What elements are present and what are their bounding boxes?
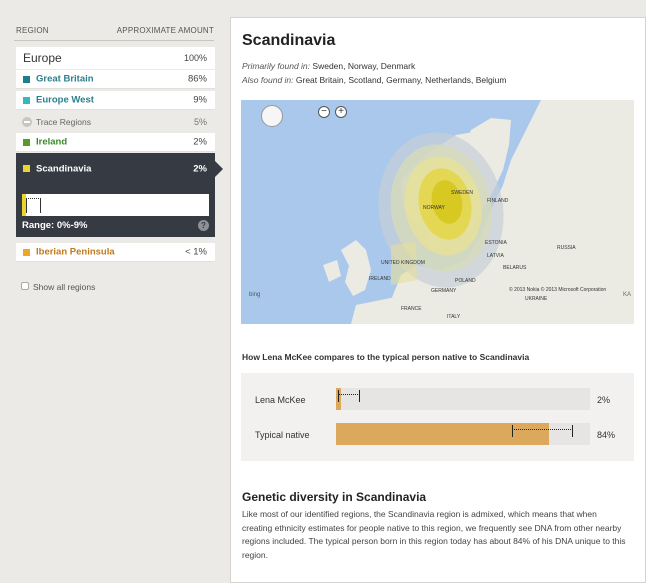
color-swatch-icon — [23, 138, 30, 146]
region-row-great-britain[interactable]: Great Britain 86% — [16, 70, 215, 89]
range-bar — [22, 194, 209, 216]
collapse-icon[interactable] — [22, 116, 32, 127]
map-label-ka: KA — [623, 292, 632, 298]
map-label-russia: RUSSIA — [557, 245, 576, 251]
compare-value-user: 2% — [597, 395, 611, 405]
pan-control-icon[interactable] — [261, 105, 283, 127]
region-value: 86% — [187, 73, 207, 85]
region-value: 9% — [193, 94, 207, 106]
primarily-found-prefix: Primarily found in: — [242, 61, 311, 71]
compare-label-user: Lena McKee — [255, 395, 306, 405]
compare-range-native — [512, 425, 573, 439]
compare-title: How Lena McKee compares to the typical p… — [242, 352, 530, 362]
map-label-belarus: BELARUS — [503, 265, 527, 271]
zoom-out-icon[interactable]: − — [318, 106, 330, 118]
also-found-prefix: Also found in: — [242, 75, 294, 85]
map-label-latvia: LATVIA — [487, 253, 504, 259]
primarily-found-line: Primarily found in: Sweden, Norway, Denm… — [242, 61, 415, 71]
diversity-title: Genetic diversity in Scandinavia — [242, 490, 427, 504]
region-row-europe-west[interactable]: Europe West 9% — [16, 91, 215, 110]
compare-label-native: Typical native — [255, 430, 310, 440]
selected-region-detail: Range: 0%-9% ? — [16, 184, 215, 237]
compare-chart: Lena McKee 2% Typical native 84% — [241, 373, 634, 461]
primarily-found-value: Sweden, Norway, Denmark — [312, 61, 416, 71]
range-whisker — [26, 198, 41, 213]
selected-pointer-icon — [215, 161, 223, 177]
region-label: Ireland — [36, 136, 68, 148]
compare-bar-native — [336, 423, 590, 445]
map-label-poland: POLAND — [455, 278, 476, 284]
map-label-uk: UNITED KINGDOM — [381, 260, 425, 266]
show-all-label: Show all regions — [33, 282, 96, 292]
also-found-value: Great Britain, Scotland, Germany, Nether… — [295, 75, 507, 85]
region-row-europe[interactable]: Europe 100% — [16, 47, 215, 69]
region-label: Europe West — [36, 94, 94, 106]
help-icon[interactable]: ? — [198, 220, 209, 231]
region-label: Europe — [23, 51, 62, 65]
checkbox-icon[interactable] — [21, 282, 29, 290]
region-title: Scandinavia — [242, 32, 336, 49]
color-swatch-icon — [23, 165, 30, 172]
map-label-estonia: ESTONIA — [485, 240, 507, 246]
map-label-germany: GERMANY — [431, 288, 457, 294]
region-label: Great Britain — [36, 73, 94, 85]
region-row-iberian-peninsula[interactable]: Iberian Peninsula < 1% — [16, 243, 215, 262]
zoom-in-icon[interactable]: + — [335, 106, 347, 118]
region-sidebar: REGION APPROXIMATE AMOUNT Europe 100% Gr… — [0, 0, 224, 583]
color-swatch-icon — [23, 248, 30, 256]
region-map[interactable]: − + SWEDEN NORWAY FINLAND ESTONIA LATVIA… — [241, 100, 634, 324]
region-value: 2% — [193, 136, 207, 148]
map-label-ireland: IRELAND — [369, 276, 391, 282]
also-found-line: Also found in: Great Britain, Scotland, … — [242, 75, 506, 85]
region-value: < 1% — [185, 246, 207, 258]
amount-column-header: APPROXIMATE AMOUNT — [116, 26, 214, 35]
map-label-ukraine: UKRAINE — [525, 296, 548, 302]
map-copyright: © 2013 Nokia © 2013 Microsoft Corporatio… — [509, 287, 607, 293]
diversity-text: Like most of our identified regions, the… — [242, 509, 626, 560]
map-label-italy: ITALY — [447, 314, 461, 320]
compare-value-native: 84% — [597, 430, 616, 440]
region-label: Trace Regions — [36, 116, 91, 127]
region-column-header: REGION — [16, 26, 49, 35]
map-bing-logo: bing — [249, 292, 261, 298]
region-label: Scandinavia — [36, 163, 92, 174]
range-text: Range: 0%-9% — [22, 220, 88, 231]
map-label-france: FRANCE — [401, 306, 422, 312]
region-label: Iberian Peninsula — [36, 246, 115, 258]
region-value: 5% — [193, 116, 207, 127]
header-divider — [14, 40, 214, 41]
map-label-finland: FINLAND — [487, 198, 509, 204]
region-row-ireland[interactable]: Ireland 2% — [16, 133, 215, 152]
color-swatch-icon — [23, 75, 30, 83]
region-row-trace-regions[interactable]: Trace Regions 5% — [16, 113, 215, 130]
region-value: 100% — [183, 53, 207, 63]
map-label-norway: NORWAY — [423, 205, 445, 211]
region-row-scandinavia-selected[interactable]: Scandinavia 2% — [16, 153, 215, 184]
region-detail-panel: Scandinavia Primarily found in: Sweden, … — [230, 17, 646, 583]
region-value: 2% — [193, 163, 207, 174]
compare-bar-user — [336, 388, 590, 410]
map-label-sweden: SWEDEN — [451, 190, 473, 196]
color-swatch-icon — [23, 96, 30, 104]
compare-range-user — [338, 390, 360, 404]
